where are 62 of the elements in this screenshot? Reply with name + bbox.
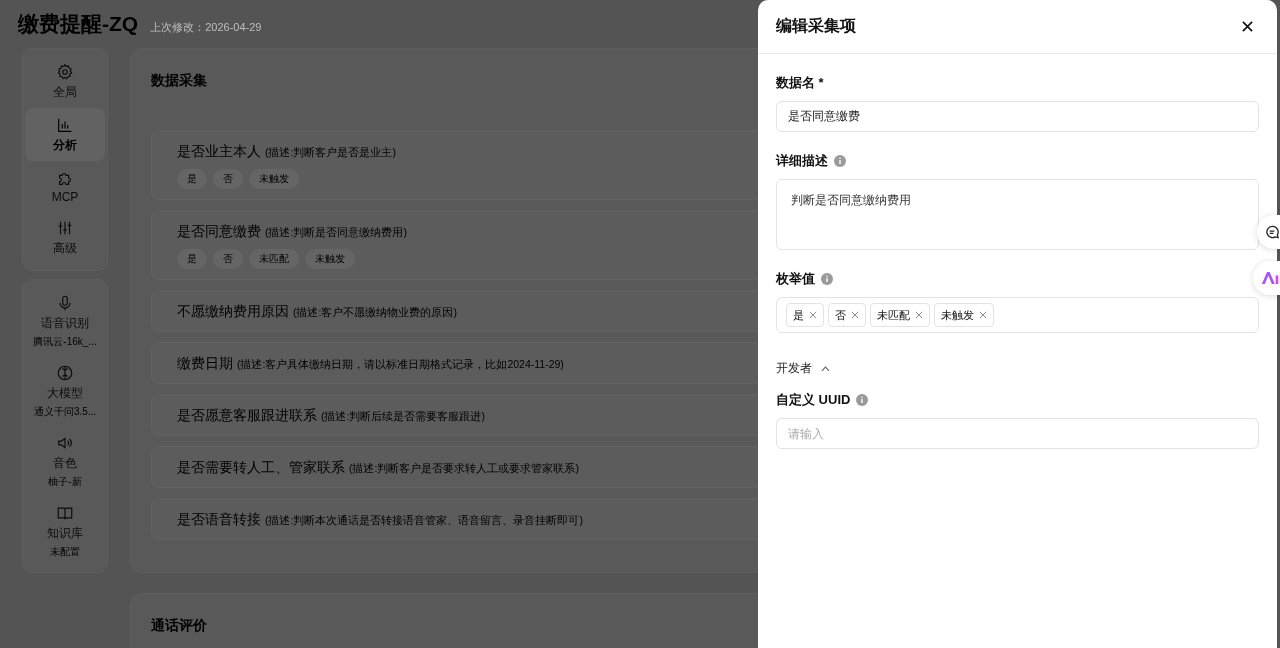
item-description: (描述:客户不愿缴纳物业费的原因) (293, 306, 457, 320)
value-tag: 是 (177, 169, 207, 189)
field-label: 自定义 UUID (776, 391, 851, 409)
sidebar-item[interactable]: MCP (25, 161, 105, 211)
drawer-title: 编辑采集项 (776, 16, 856, 36)
field-label: 详细描述 (776, 152, 828, 170)
info-icon (821, 273, 833, 285)
tag-label: 未匹配 (877, 307, 910, 323)
value-tag: 否 (213, 169, 243, 189)
item-description: (描述:判断后续是否需要客服跟进) (321, 410, 485, 424)
item-description: (描述:判断本次通话是否转接语音管家、语音留言、录音挂断即可) (265, 514, 583, 528)
chat-icon (1265, 224, 1280, 240)
book-icon (56, 504, 74, 522)
uuid-input[interactable]: 请输入 (776, 418, 1259, 449)
sliders-icon (56, 219, 74, 237)
developer-toggle[interactable]: 开发者 (776, 360, 830, 377)
sidebar-item[interactable]: 音色 柚子-新 (25, 426, 105, 496)
sidebar-item[interactable]: 语音识别 腾讯云-16k_... (25, 286, 105, 356)
page-title: 缴费提醒-ZQ (18, 11, 139, 37)
section-title: 数据采集 (151, 72, 207, 90)
value-tag: 是 (177, 249, 207, 269)
sidebar-item[interactable]: 高级 (25, 211, 105, 264)
enum-tags-field[interactable]: 是 否 未匹配 未触发 (776, 297, 1259, 333)
field-label: 数据名 * (776, 74, 824, 92)
tag-label: 未触发 (941, 307, 974, 323)
value-tag: 未触发 (249, 169, 299, 189)
item-name: 是否业主本人 (177, 143, 261, 161)
chevron-icon (821, 365, 830, 372)
sidebar-item[interactable]: 知识库 未配置 (25, 496, 105, 566)
remove-tag-icon[interactable] (979, 311, 987, 319)
value-tag: 未触发 (305, 249, 355, 269)
sidebar-item[interactable]: 大模型 通义千问3.5... (25, 356, 105, 426)
item-description: (描述:判断是否同意缴纳费用) (265, 226, 407, 240)
ai-logo-icon (1261, 270, 1280, 286)
value-tag: 否 (213, 249, 243, 269)
item-name: 是否同意缴费 (177, 223, 261, 241)
info-icon (834, 155, 846, 167)
remove-tag-icon[interactable] (809, 311, 817, 319)
remove-tag-icon[interactable] (915, 311, 923, 319)
item-description: (描述:判断客户是否是业主) (265, 146, 396, 160)
tag-label: 否 (835, 307, 846, 323)
last-modified-text: 上次修改：2026-04-29 (150, 20, 262, 35)
item-name: 是否语音转接 (177, 511, 261, 529)
section-title: 通话评价 (151, 617, 207, 635)
item-name: 是否愿意客服跟进联系 (177, 407, 317, 425)
item-description: (描述:判断客户是否要求转人工或要求管家联系) (349, 462, 579, 476)
settings-icon (56, 63, 74, 81)
close-icon[interactable] (1242, 21, 1253, 32)
info-icon (856, 394, 869, 406)
name-input[interactable]: 是否同意缴费 (776, 101, 1259, 132)
value-tag: 未匹配 (249, 249, 299, 269)
sidebar-item[interactable]: 分析 (25, 108, 105, 161)
item-description: (描述:客户具体缴纳日期，请以标准日期格式记录，比如2024-11-29) (237, 358, 564, 372)
remove-tag-icon[interactable] (851, 311, 859, 319)
chart-icon (56, 116, 74, 134)
speaker-icon (56, 434, 74, 452)
item-name: 是否需要转人工、管家联系 (177, 459, 345, 477)
description-textarea[interactable]: 判断是否同意缴纳费用 (776, 179, 1259, 250)
tag-label: 是 (793, 307, 804, 323)
item-name: 不愿缴纳费用原因 (177, 303, 289, 321)
sidebar-item[interactable]: 全局 (25, 55, 105, 108)
item-name: 缴费日期 (177, 355, 233, 373)
